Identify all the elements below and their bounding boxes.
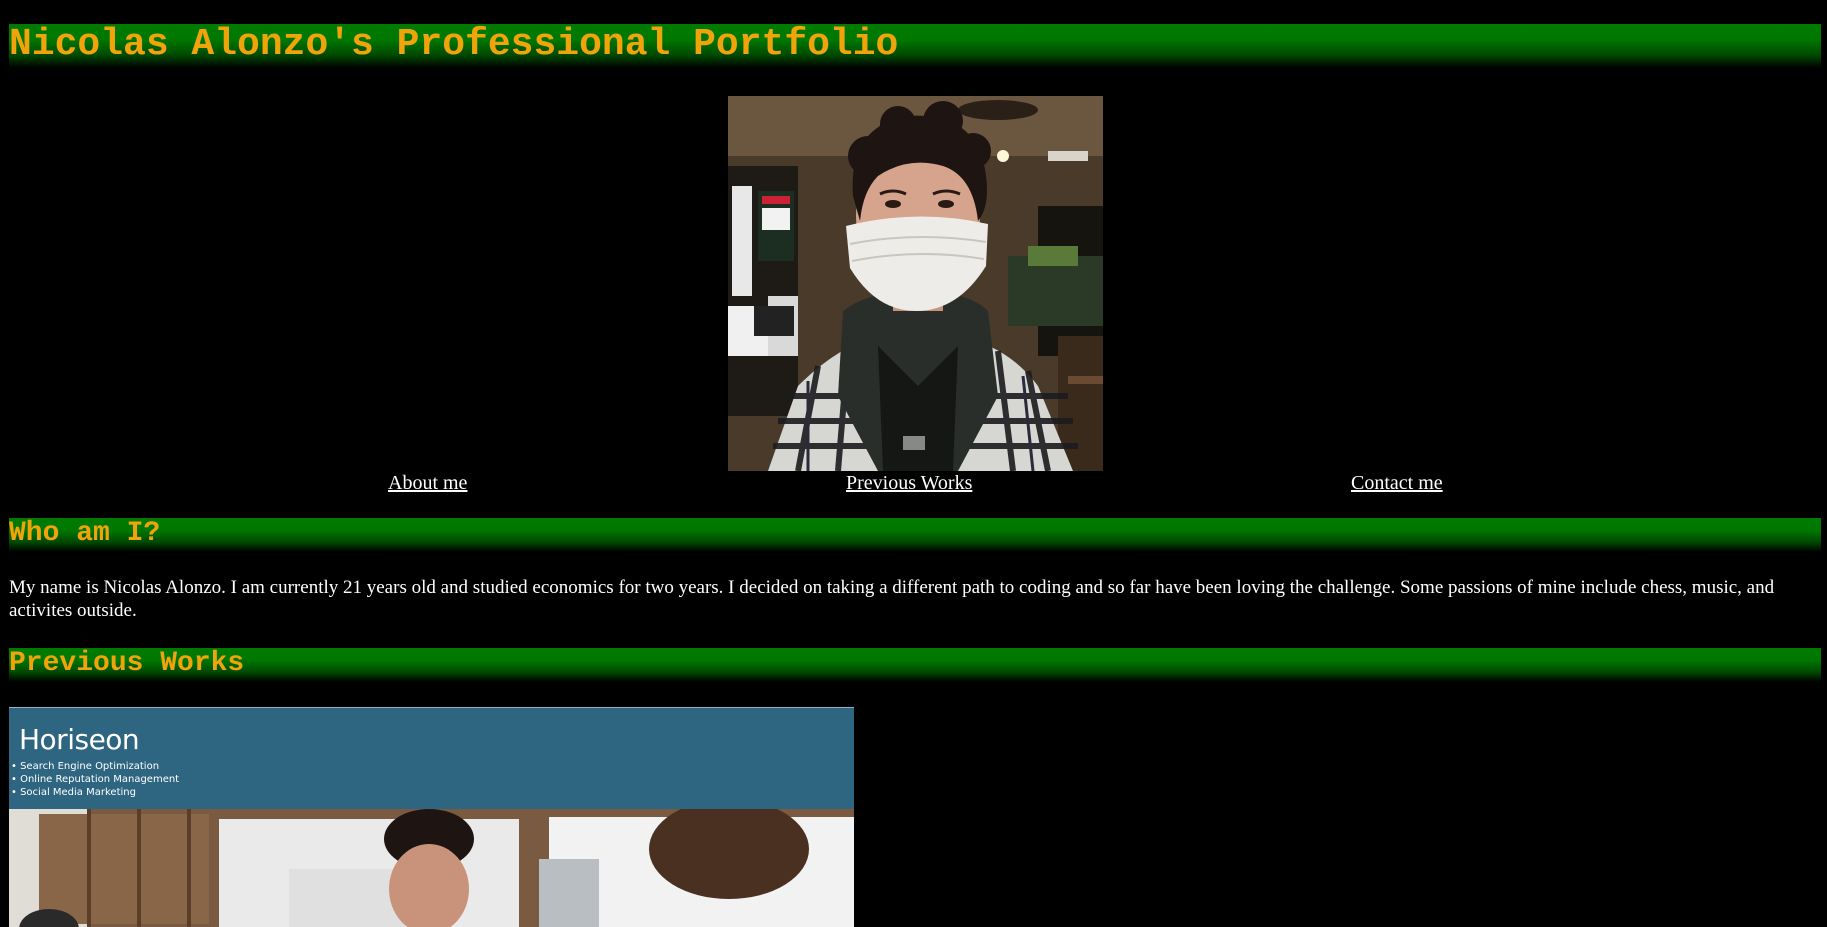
about-body: My name is Nicolas Alonzo. I am currentl…: [9, 577, 1775, 621]
profile-photo: [728, 96, 1103, 471]
work-card-horiseon[interactable]: Horiseon Search Engine Optimization Onli…: [9, 707, 854, 927]
about-heading: Who am I?: [9, 518, 1821, 552]
nav-link-previous-works[interactable]: Previous Works: [846, 471, 972, 495]
horiseon-services: Search Engine Optimization Online Reputa…: [11, 760, 179, 799]
works-heading-text: Previous Works: [9, 648, 245, 679]
works-heading: Previous Works: [9, 648, 1821, 682]
horiseon-service-item: Online Reputation Management: [11, 773, 179, 786]
nav-link-contact[interactable]: Contact me: [1351, 471, 1443, 495]
horiseon-service-item: Social Media Marketing: [11, 786, 179, 799]
about-heading-text: Who am I?: [9, 518, 161, 549]
profile-photo-illustration: [728, 96, 1103, 471]
nav-link-about[interactable]: About me: [388, 471, 467, 495]
horiseon-service-item: Search Engine Optimization: [11, 760, 179, 773]
page-title: Nicolas Alonzo's Professional Portfolio: [9, 23, 899, 66]
horiseon-brand: Horiseon: [19, 723, 140, 756]
horiseon-header: Horiseon Search Engine Optimization Onli…: [9, 707, 854, 809]
horiseon-photo: [9, 809, 854, 927]
page-title-bar: Nicolas Alonzo's Professional Portfolio: [9, 24, 1821, 68]
portfolio-page: Nicolas Alonzo's Professional Portfolio: [0, 0, 1827, 927]
